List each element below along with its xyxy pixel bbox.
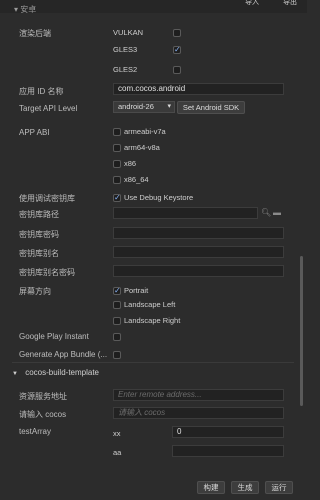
abi-x86-checkbox[interactable] — [113, 160, 121, 168]
renderer-option-vulkan-label: VULKAN — [113, 28, 144, 37]
abi-arm64-v8a-checkbox[interactable] — [113, 144, 121, 152]
keystore-password-label: 密钥库密码 — [19, 230, 59, 239]
caret-down-icon: ▾ — [167, 103, 171, 110]
export-button[interactable]: 导出 — [283, 0, 297, 6]
renderer-label: 渲染后端 — [19, 29, 51, 38]
use-debug-keystore-label: Use Debug Keystore — [124, 193, 194, 202]
use-debug-keystore-checkbox[interactable] — [113, 193, 121, 202]
app-abi-label: APP ABI — [19, 128, 50, 137]
set-android-sdk-button[interactable]: Set Android SDK — [177, 101, 245, 114]
search-icon[interactable]: 🔍︎ — [261, 208, 271, 217]
section-divider — [12, 362, 294, 363]
abi-x86-64-checkbox[interactable] — [113, 176, 121, 184]
debug-keystore-label: 使用调试密钥库 — [19, 194, 75, 203]
renderer-option-gles2-label: GLES2 — [113, 65, 138, 74]
orientation-landscape-right-label: Landscape Right — [124, 316, 181, 325]
google-play-instant-checkbox[interactable] — [113, 333, 121, 341]
renderer-vulkan-checkbox[interactable] — [173, 29, 181, 37]
panel-header — [0, 0, 307, 13]
test-array-key-xx: xx — [113, 429, 121, 438]
app-id-label: 应用 ID 名称 — [19, 87, 64, 96]
scrollbar[interactable] — [300, 256, 303, 406]
renderer-option-gles3-label: GLES3 — [113, 45, 138, 54]
test-array-value-aa[interactable] — [172, 445, 284, 457]
target-api-selected: android-26 — [118, 102, 154, 111]
test-array-value-xx[interactable]: 0 — [172, 426, 284, 438]
chevron-down-icon: ▾ — [14, 5, 19, 14]
abi-x86-label: x86 — [124, 159, 137, 168]
import-button[interactable]: 导入 — [245, 0, 259, 6]
keystore-path-label: 密钥库路径 — [19, 210, 59, 219]
folder-icon[interactable]: ▬ — [273, 208, 281, 217]
abi-armeabi-v7a-checkbox[interactable] — [113, 128, 121, 136]
orientation-landscape-left-checkbox[interactable] — [113, 301, 121, 309]
template-section-title: cocos-build-template — [25, 368, 99, 377]
caret-down-icon: ▼ — [12, 371, 18, 377]
section-title[interactable]: ▾ 安卓 — [14, 4, 36, 15]
app-bundle-label: Generate App Bundle (... — [19, 350, 108, 359]
keystore-alias-password-label: 密钥库别名密码 — [19, 268, 75, 277]
remote-server-input[interactable]: Enter remote address... — [113, 389, 284, 401]
build-button[interactable]: 构建 — [197, 481, 225, 494]
template-section-header[interactable]: ▼ cocos-build-template — [12, 368, 99, 377]
cocos-input-label: 请输入 cocos — [19, 410, 67, 419]
orientation-landscape-left-label: Landscape Left — [124, 300, 176, 309]
keystore-alias-input[interactable] — [113, 246, 284, 258]
google-play-instant-label: Google Play Instant — [19, 332, 89, 341]
renderer-gles2-checkbox[interactable] — [173, 66, 181, 74]
orientation-label: 屏幕方向 — [19, 287, 51, 296]
orientation-portrait-checkbox[interactable] — [113, 286, 121, 295]
keystore-alias-password-input[interactable] — [113, 265, 284, 277]
keystore-password-input[interactable] — [113, 227, 284, 239]
section-title-label: 安卓 — [20, 5, 37, 14]
remote-server-label: 资源服务地址 — [19, 392, 67, 401]
orientation-landscape-right-checkbox[interactable] — [113, 317, 121, 325]
keystore-alias-label: 密钥库别名 — [19, 249, 59, 258]
test-array-label: testArray — [19, 427, 52, 436]
target-api-label: Target API Level — [19, 104, 78, 113]
target-api-select[interactable]: android-26 ▾ — [113, 101, 175, 113]
make-button[interactable]: 生成 — [231, 481, 259, 494]
keystore-path-input[interactable] — [113, 207, 258, 219]
run-button[interactable]: 运行 — [265, 481, 293, 494]
orientation-portrait-label: Portrait — [124, 286, 149, 295]
abi-x86-64-label: x86_64 — [124, 175, 149, 184]
test-array-key-aa: aa — [113, 448, 122, 457]
abi-arm64-v8a-label: arm64-v8a — [124, 143, 160, 152]
renderer-gles3-checkbox[interactable] — [173, 45, 181, 54]
abi-armeabi-v7a-label: armeabi-v7a — [124, 127, 166, 136]
app-id-input[interactable]: com.cocos.android — [113, 83, 284, 95]
cocos-input[interactable]: 请输入 cocos — [113, 407, 284, 419]
app-bundle-checkbox[interactable] — [113, 351, 121, 359]
